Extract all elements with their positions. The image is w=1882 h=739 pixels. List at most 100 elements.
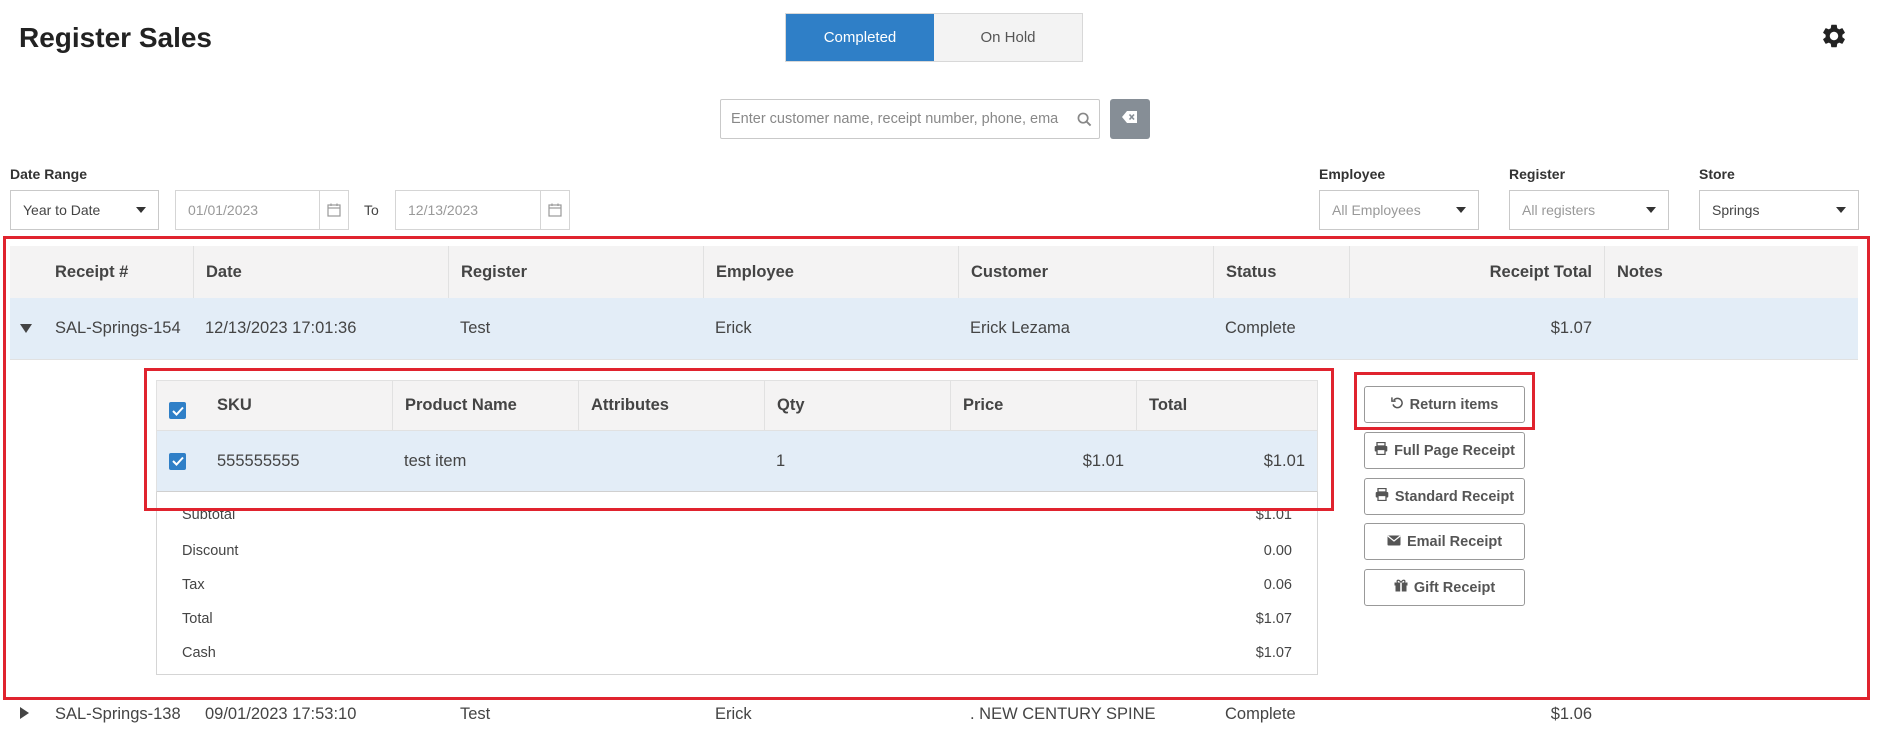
search-input[interactable] (721, 101, 1069, 137)
date-from-field[interactable]: 01/01/2023 (175, 190, 349, 230)
total-label: Total (182, 611, 213, 627)
cash-label: Cash (182, 645, 216, 661)
to-label: To (364, 202, 379, 218)
register-label: Register (1509, 166, 1566, 182)
clear-search-button[interactable] (1110, 99, 1150, 139)
register-select[interactable]: All registers (1509, 190, 1669, 230)
col-attributes: Attributes (578, 381, 764, 430)
receipt-totals: Subtotal $1.01 Discount 0.00 Tax 0.06 To… (156, 492, 1318, 675)
status-tabs: Completed On Hold (785, 13, 1083, 62)
employee-select[interactable]: All Employees (1319, 190, 1479, 230)
col-customer[interactable]: Customer (958, 246, 1213, 298)
search-box (720, 99, 1100, 139)
gift-receipt-label: Gift Receipt (1413, 579, 1496, 596)
email-receipt-label: Email Receipt (1406, 533, 1503, 550)
sale-register: Test (460, 319, 491, 337)
receipt-number: SAL-Springs-154 (55, 319, 181, 337)
employee-label: Employee (1319, 166, 1386, 182)
item-sku: 555555555 (217, 451, 300, 470)
printer-icon (1375, 487, 1389, 505)
full-page-receipt-label: Full Page Receipt (1394, 442, 1515, 459)
standard-receipt-label: Standard Receipt (1394, 488, 1515, 505)
sale-customer: Erick Lezama (970, 319, 1070, 337)
receipt-number: SAL-Springs-138 (55, 705, 181, 723)
standard-receipt-button[interactable]: Standard Receipt (1364, 478, 1525, 515)
item-row[interactable]: 555555555 test item 1 $1.01 $1.01 (156, 431, 1318, 492)
sale-notes (1604, 298, 1858, 359)
cash-value: $1.07 (1255, 645, 1292, 661)
item-name: test item (404, 451, 467, 470)
envelope-icon (1387, 534, 1401, 550)
discount-value: 0.00 (1263, 543, 1292, 559)
return-items-button[interactable]: Return items (1364, 386, 1525, 423)
gift-receipt-button[interactable]: Gift Receipt (1364, 569, 1525, 606)
total-value: $1.07 (1255, 611, 1292, 627)
register-value: All registers (1522, 202, 1596, 218)
tax-value: 0.06 (1263, 577, 1292, 593)
col-employee[interactable]: Employee (703, 246, 958, 298)
sales-table-header: Receipt # Date Register Employee Custome… (10, 246, 1858, 299)
chevron-down-icon (136, 207, 146, 213)
item-qty: 1 (776, 451, 786, 470)
calendar-icon[interactable] (540, 191, 569, 229)
chevron-down-icon (1456, 207, 1466, 213)
date-from-value: 01/01/2023 (188, 202, 259, 218)
store-select[interactable]: Springs (1699, 190, 1859, 230)
col-total: Total (1136, 381, 1317, 430)
date-range-select[interactable]: Year to Date (10, 190, 159, 230)
item-price: $1.01 (1082, 451, 1124, 470)
sale-register: Test (460, 705, 491, 723)
col-receipt-total[interactable]: Receipt Total (1349, 246, 1604, 298)
discount-label: Discount (182, 543, 239, 559)
eraser-icon (1122, 110, 1138, 129)
col-date[interactable]: Date (193, 246, 448, 298)
item-attributes (578, 431, 764, 491)
col-price: Price (950, 381, 1136, 430)
item-checkbox[interactable] (157, 431, 205, 491)
date-to-field[interactable]: 12/13/2023 (395, 190, 570, 230)
gift-icon (1394, 579, 1408, 596)
store-value: Springs (1712, 202, 1760, 218)
checkbox-checked-icon (169, 402, 186, 419)
sale-customer: . NEW CENTURY SPINE (970, 705, 1156, 723)
gear-icon[interactable] (1820, 22, 1848, 50)
col-product-name: Product Name (392, 381, 578, 430)
sale-employee: Erick (715, 319, 752, 337)
subtotal-label: Subtotal (182, 507, 236, 523)
tab-completed[interactable]: Completed (786, 14, 934, 61)
date-to-value: 12/13/2023 (408, 202, 479, 218)
col-status[interactable]: Status (1213, 246, 1349, 298)
search-icon[interactable] (1069, 101, 1099, 137)
sale-status: Complete (1225, 705, 1296, 723)
select-all-checkbox[interactable] (157, 381, 205, 430)
items-table-header: SKU Product Name Attributes Qty Price To… (156, 380, 1318, 431)
col-register[interactable]: Register (448, 246, 703, 298)
sale-status: Complete (1225, 319, 1296, 337)
sale-total: $1.06 (1550, 705, 1592, 723)
table-row[interactable]: SAL-Springs-154 12/13/2023 17:01:36 Test… (10, 298, 1858, 359)
full-page-receipt-button[interactable]: Full Page Receipt (1364, 432, 1525, 469)
sale-date: 09/01/2023 17:53:10 (205, 705, 357, 723)
return-items-label: Return items (1409, 396, 1499, 413)
caret-down-icon (20, 324, 32, 333)
col-receipt[interactable]: Receipt # (10, 246, 193, 298)
employee-value: All Employees (1332, 202, 1421, 218)
col-notes[interactable]: Notes (1604, 246, 1858, 298)
sale-total: $1.07 (1550, 319, 1592, 337)
divider (10, 359, 1858, 360)
caret-right-icon (20, 707, 29, 719)
subtotal-value: $1.01 (1255, 507, 1292, 523)
tax-label: Tax (182, 577, 205, 593)
printer-icon (1374, 441, 1388, 459)
tab-on-hold[interactable]: On Hold (934, 14, 1082, 61)
item-total: $1.01 (1263, 451, 1305, 470)
calendar-icon[interactable] (319, 191, 348, 229)
chevron-down-icon (1646, 207, 1656, 213)
page-title: Register Sales (19, 22, 212, 53)
col-qty: Qty (764, 381, 950, 430)
table-row[interactable]: SAL-Springs-138 09/01/2023 17:53:10 Test… (10, 699, 1858, 739)
undo-icon (1390, 396, 1404, 413)
sale-employee: Erick (715, 705, 752, 723)
checkbox-checked-icon (169, 452, 186, 470)
email-receipt-button[interactable]: Email Receipt (1364, 523, 1525, 560)
